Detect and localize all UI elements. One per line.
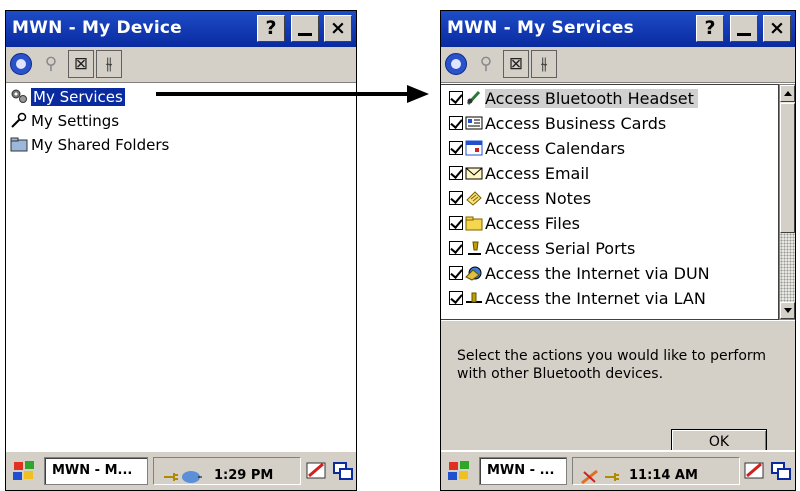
services-panel: Access Bluetooth Headset Access Business… — [441, 84, 795, 456]
checkbox[interactable] — [449, 216, 463, 230]
service-label: Access the Internet via LAN — [485, 289, 706, 308]
folder-icon — [10, 137, 28, 152]
description-panel: Select the actions you would like to per… — [441, 321, 795, 456]
scroll-down-button[interactable] — [780, 302, 795, 319]
arrow-head — [407, 85, 429, 103]
network-icon[interactable] — [180, 467, 202, 487]
toolbar: ⚲ ⊠ ⫳ — [6, 47, 356, 83]
minimize-button[interactable] — [730, 15, 758, 42]
headset-icon — [466, 90, 481, 106]
serial-port-icon — [468, 241, 481, 255]
title-bar: MWN - My Device ? × — [6, 11, 356, 47]
windows-switch-icon[interactable] — [332, 461, 354, 481]
clock[interactable]: 11:14 AM — [629, 468, 698, 483]
taskbar: MWN - M... 1:29 PM — [6, 450, 356, 490]
scroll-up-button[interactable] — [780, 85, 795, 102]
tree-item-my-services[interactable]: My Services — [10, 86, 125, 108]
notes-icon — [466, 191, 482, 206]
split-icon[interactable]: ⫳ — [96, 50, 122, 78]
window-title: MWN - My Services — [447, 18, 634, 38]
close-button[interactable]: × — [324, 15, 352, 42]
gears-icon — [11, 89, 27, 103]
list-item[interactable]: Access Serial Ports — [449, 237, 635, 261]
list-item[interactable]: Access Files — [449, 212, 580, 236]
tree-item-label: My Settings — [31, 112, 120, 130]
split-icon[interactable]: ⫳ — [531, 50, 557, 78]
minimize-button[interactable] — [291, 15, 319, 42]
description-text: Select the actions you would like to per… — [457, 348, 767, 382]
taskbar-app-button[interactable]: MWN - M... — [44, 457, 148, 485]
service-label: Access the Internet via DUN — [485, 264, 710, 283]
system-tray: 1:29 PM — [153, 457, 301, 485]
service-label: Access Calendars — [485, 139, 626, 158]
checkbox[interactable] — [449, 91, 463, 105]
checkbox[interactable] — [449, 116, 463, 130]
services-list[interactable]: Access Bluetooth Headset Access Business… — [441, 84, 779, 320]
my-device-window: MWN - My Device ? × ⚲ ⊠ ⫳ My Services My… — [5, 10, 357, 491]
pen-input-icon[interactable] — [306, 461, 328, 481]
my-services-window: MWN - My Services ? × ⚲ ⊠ ⫳ Access Bluet… — [440, 10, 796, 491]
calendar-icon — [465, 140, 483, 156]
tree-item-label: My Shared Folders — [31, 136, 170, 154]
list-item[interactable]: Access Business Cards — [449, 112, 666, 136]
list-item[interactable]: Access Calendars — [449, 137, 625, 161]
checkbox[interactable] — [449, 266, 463, 280]
checkbox[interactable] — [449, 241, 463, 255]
disconnect-icon[interactable]: ⊠ — [68, 50, 94, 78]
service-label: Access Notes — [485, 189, 592, 208]
bluetooth-off-icon[interactable] — [579, 467, 601, 487]
wrench-icon — [11, 112, 27, 128]
business-card-icon — [465, 116, 483, 130]
arrow-down-icon — [784, 308, 792, 313]
system-tray: 11:14 AM — [572, 457, 740, 485]
list-item[interactable]: Access Email — [449, 162, 589, 186]
help-button[interactable]: ? — [257, 15, 285, 42]
close-button[interactable]: × — [763, 15, 791, 42]
tree-item-my-shared-folders[interactable]: My Shared Folders — [10, 134, 169, 156]
start-windows-icon[interactable] — [445, 458, 473, 484]
tree-item-label: My Services — [31, 88, 125, 106]
dialup-icon — [465, 266, 482, 281]
list-item[interactable]: Access the Internet via DUN — [449, 262, 710, 286]
service-label: Access Business Cards — [485, 114, 667, 133]
envelope-icon — [465, 167, 483, 180]
service-label: Access Files — [485, 214, 580, 233]
checkbox[interactable] — [449, 141, 463, 155]
checkbox[interactable] — [449, 191, 463, 205]
plug-icon[interactable] — [601, 467, 623, 487]
disconnect-icon[interactable]: ⊠ — [503, 50, 529, 78]
arrow-up-icon — [784, 91, 792, 96]
list-item[interactable]: Access Notes — [449, 187, 591, 211]
checkbox[interactable] — [449, 166, 463, 180]
service-label: Access Serial Ports — [485, 239, 636, 258]
lan-icon — [466, 292, 482, 303]
bluetooth-icon[interactable] — [10, 53, 32, 75]
help-button[interactable]: ? — [696, 15, 724, 42]
wrench-tool-icon[interactable]: ⚲ — [473, 50, 499, 78]
wrench-tool-icon[interactable]: ⚲ — [38, 50, 64, 78]
bluetooth-icon[interactable] — [445, 53, 467, 75]
vertical-scrollbar[interactable] — [779, 84, 795, 320]
arrow-line — [156, 92, 409, 96]
clock[interactable]: 1:29 PM — [214, 468, 273, 483]
windows-switch-icon[interactable] — [770, 461, 792, 481]
toolbar: ⚲ ⊠ ⫳ — [441, 47, 795, 83]
scroll-track[interactable] — [780, 233, 795, 303]
checkbox[interactable] — [449, 291, 463, 305]
plug-icon[interactable] — [160, 467, 182, 487]
device-tree: My Services My Settings My Shared Folder… — [6, 84, 356, 450]
service-label: Access Bluetooth Headset — [485, 89, 698, 108]
pen-input-icon[interactable] — [744, 461, 766, 481]
list-item[interactable]: Access the Internet via LAN — [449, 287, 706, 311]
taskbar-app-button[interactable]: MWN - ... — [479, 457, 567, 485]
folder-icon — [465, 216, 483, 231]
taskbar: MWN - ... 11:14 AM — [441, 450, 795, 490]
service-label: Access Email — [485, 164, 590, 183]
list-item[interactable]: Access Bluetooth Headset — [449, 87, 698, 111]
tree-item-my-settings[interactable]: My Settings — [10, 110, 119, 132]
scroll-thumb[interactable] — [780, 103, 795, 233]
title-bar: MWN - My Services ? × — [441, 11, 795, 47]
start-windows-icon[interactable] — [10, 458, 38, 484]
window-title: MWN - My Device — [12, 18, 182, 38]
